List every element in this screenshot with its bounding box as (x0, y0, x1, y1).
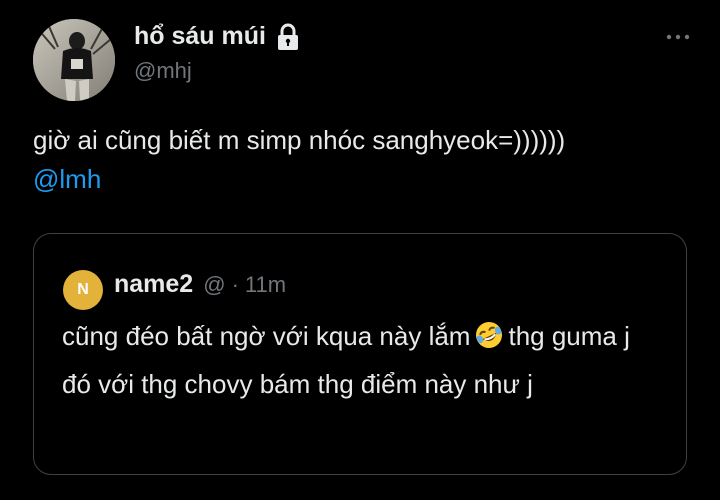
tweet-text: giờ ai cũng biết m simp nhóc sanghyeok=)… (33, 121, 693, 199)
rolling-on-floor-laughing-emoji (474, 317, 504, 348)
author-avatar[interactable] (33, 19, 115, 101)
quoted-tweet[interactable]: N name2 @ · 11m cũng đéo bất ngờ với kqu… (33, 233, 687, 475)
lock-icon (276, 23, 300, 51)
quote-avatar-letter: N (77, 281, 89, 298)
quote-author-name[interactable]: name2 (114, 270, 193, 299)
author-name[interactable]: hổ sáu múi (134, 22, 300, 51)
mention-link[interactable]: @lmh (33, 160, 693, 199)
author-display-name[interactable]: hổ sáu múi (134, 22, 266, 51)
quote-separator: · (231, 272, 239, 297)
quote-text: cũng đéo bất ngờ với kqua này lắm thg gu… (62, 312, 662, 408)
quote-author-handle[interactable]: @ (203, 272, 225, 298)
more-horizontal-icon[interactable] (665, 30, 691, 44)
quote-avatar[interactable]: N (63, 270, 103, 310)
profile-photo (33, 19, 115, 101)
author-handle[interactable]: @mhj (134, 58, 192, 84)
quote-timestamp[interactable]: 11m (245, 272, 286, 298)
tweet-body: giờ ai cũng biết m simp nhóc sanghyeok=)… (33, 125, 566, 155)
tweet: hổ sáu múi @mhj giờ ai cũng biết m simp … (0, 0, 720, 500)
quote-text-before: cũng đéo bất ngờ với kqua này lắm (62, 321, 471, 351)
quote-header: name2 @ · 11m (114, 270, 286, 299)
